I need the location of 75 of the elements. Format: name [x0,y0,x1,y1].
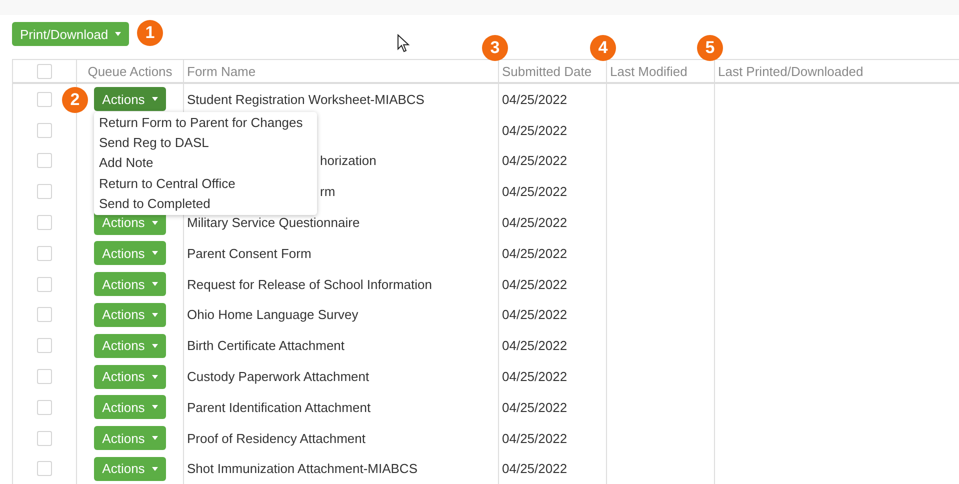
actions-button[interactable]: Actions [94,302,166,327]
actions-button[interactable]: Actions [94,272,166,296]
checkbox[interactable] [37,338,52,354]
form-name: Request for Release of School Information [187,276,432,292]
submitted-date: 04/25/2022 [502,246,568,261]
checkbox[interactable] [37,184,52,200]
submitted-date: 04/25/2022 [502,307,568,322]
checkbox[interactable] [37,307,52,322]
submitted-date: 04/25/2022 [502,122,568,138]
submitted-date: 04/25/2022 [502,215,568,230]
submitted-date: 04/25/2022 [502,92,568,107]
actions-button[interactable]: Actions [94,87,166,112]
actions-button[interactable]: Actions [94,241,166,266]
form-name: Custody Paperwork Attachment [187,369,370,384]
last-modified-header[interactable]: Last Modified [610,64,688,78]
caret-icon [152,405,158,410]
submitted-date: 04/25/2022 [502,400,568,415]
callout-badge: 4 [590,35,616,61]
submitted-date: 04/25/2022 [502,461,568,476]
caret-icon [152,344,158,348]
checkbox[interactable] [37,215,52,230]
caret-icon [152,282,158,286]
submitted-date: 04/25/2022 [502,338,568,354]
queue-actions-header[interactable]: Queue Actions [88,64,172,78]
menu-item[interactable]: Add Note [94,153,317,174]
form-name: Shot Immunization Attachment-MIABCS [187,461,418,476]
form-name: Parent Identification Attachment [187,400,371,415]
menu-item[interactable]: Send Reg to DASL [94,133,317,154]
checkbox[interactable] [37,246,52,261]
caret-icon [152,220,158,225]
callout-badge: 3 [482,35,508,61]
actions-button[interactable]: Actions [94,395,166,420]
actions-button[interactable]: Actions [94,364,166,389]
checkbox[interactable] [37,461,52,476]
form-name: Ohio Home Language Survey [187,307,358,322]
checkbox[interactable] [37,64,52,78]
callout-badge: 1 [137,20,163,46]
callout-badge: 2 [62,87,88,113]
menu-item[interactable]: Return to Central Office [94,174,317,194]
submitted-date-header[interactable]: Submitted Date [502,64,592,78]
checkbox[interactable] [37,369,52,384]
checkbox[interactable] [37,430,52,446]
submitted-date: 04/25/2022 [502,184,568,200]
form-name: Military Service Questionnaire [187,215,360,230]
print-download-button[interactable]: Print/Download [12,22,130,46]
checkbox[interactable] [37,400,52,415]
form-name-header[interactable]: Form Name [187,64,256,78]
form-name: Student Registration Worksheet-MIABCS [187,92,424,107]
form-name: Birth Certificate Attachment [187,338,345,354]
caret-icon [115,32,122,36]
form-name: Parent Consent Form [187,246,312,261]
actions-button[interactable]: Actions [94,334,166,358]
caret-icon [152,466,158,471]
form-name: rm [320,184,336,200]
cursor-icon [397,34,410,53]
actions-button[interactable]: Actions [94,456,166,481]
callout-badge: 5 [697,35,723,61]
checkbox[interactable] [37,153,52,168]
caret-icon [152,97,158,102]
submitted-date: 04/25/2022 [502,430,568,446]
submitted-date: 04/25/2022 [502,153,568,168]
checkbox[interactable] [37,92,52,107]
actions-button[interactable]: Actions [94,426,166,450]
caret-icon [152,436,158,440]
last-printed-header[interactable]: Last Printed/Downloaded [718,64,864,78]
submitted-date: 04/25/2022 [502,276,568,292]
caret-icon [152,251,158,256]
menu-item[interactable]: Return Form to Parent for Changes [94,113,317,134]
form-name: Proof of Residency Attachment [187,430,366,446]
caret-icon [152,374,158,379]
checkbox[interactable] [37,276,52,292]
caret-icon [152,312,158,317]
form-name: horization [320,153,376,168]
checkbox[interactable] [37,122,52,138]
submitted-date: 04/25/2022 [502,369,568,384]
